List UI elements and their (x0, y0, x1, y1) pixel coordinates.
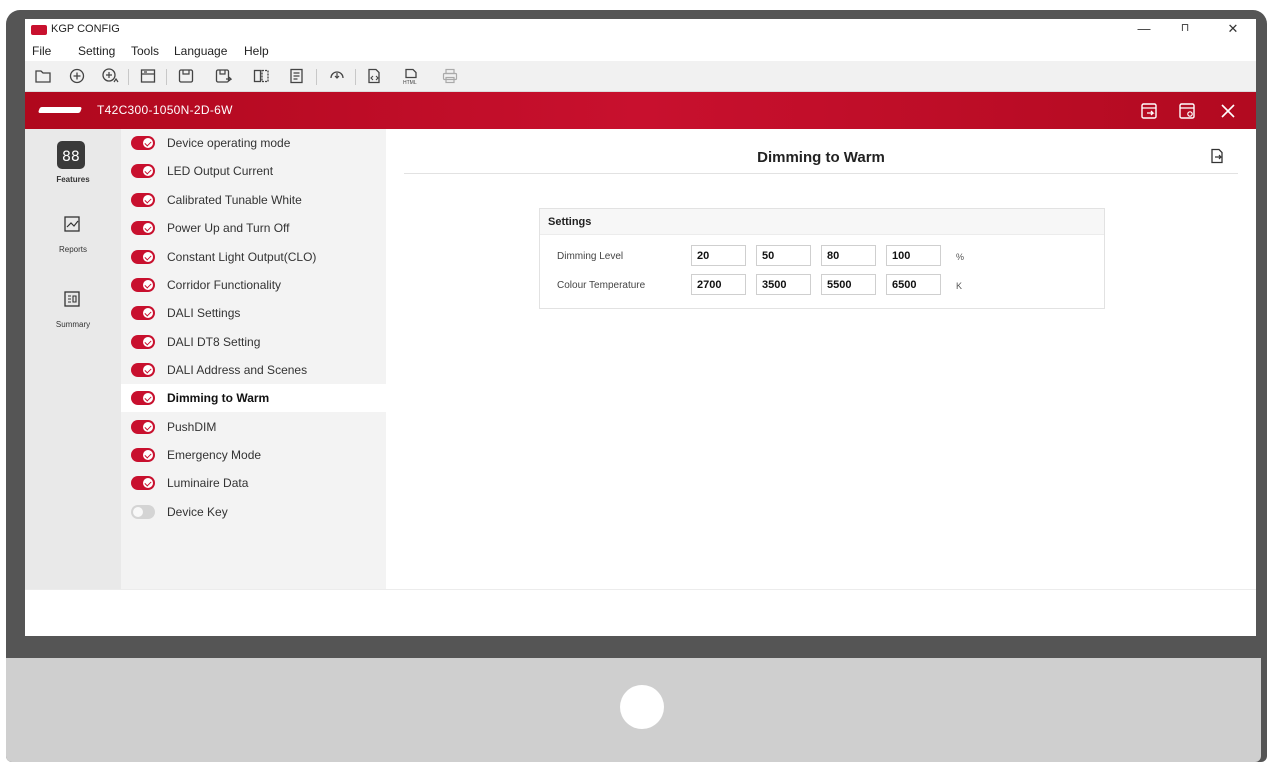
dimming-level-input-1[interactable]: 20 (691, 245, 746, 266)
colour-temperature-input-1[interactable]: 2700 (691, 274, 746, 295)
dimming-level-input-2[interactable]: 50 (756, 245, 811, 266)
feature-calibrated-tunable-white[interactable]: Calibrated Tunable White (121, 186, 386, 214)
colour-temperature-input-2[interactable]: 3500 (756, 274, 811, 295)
feature-dali-dt8[interactable]: DALI DT8 Setting (121, 328, 386, 356)
maximize-button[interactable]: ⊓ (1170, 21, 1200, 34)
feature-emergency-mode[interactable]: Emergency Mode (121, 441, 386, 469)
feature-toggle[interactable] (131, 164, 155, 178)
print-icon[interactable] (441, 67, 459, 85)
rail-item-summary[interactable]: Summary (25, 274, 121, 349)
svg-text:HTML: HTML (403, 80, 417, 85)
folder-open-icon[interactable] (34, 67, 52, 85)
toolbar-divider (128, 69, 129, 85)
feature-toggle[interactable] (131, 193, 155, 207)
feature-toggle[interactable] (131, 306, 155, 320)
read-device-icon[interactable] (328, 67, 346, 85)
menu-bar: File Setting Tools Language Help (25, 41, 1256, 61)
feature-dali-address-scenes[interactable]: DALI Address and Scenes (121, 356, 386, 384)
main-panel: Dimming to Warm Settings Dimming Level 2… (386, 129, 1256, 589)
feature-toggle[interactable] (131, 221, 155, 235)
feature-pushdim[interactable]: PushDIM (121, 413, 386, 441)
app-title: KGP CONFIG (51, 23, 120, 35)
features-grid-icon: 88 (57, 141, 85, 169)
colour-temperature-input-3[interactable]: 5500 (821, 274, 876, 295)
feature-toggle[interactable] (131, 391, 155, 405)
window-settings-icon[interactable] (1177, 101, 1197, 121)
window-restore-icon[interactable] (1139, 101, 1159, 121)
feature-toggle[interactable] (131, 278, 155, 292)
svg-text:88: 88 (62, 149, 80, 165)
device-header: T42C300-1050N-2D-6W (25, 92, 1256, 129)
export-icon[interactable] (1208, 147, 1226, 165)
feature-toggle[interactable] (131, 476, 155, 490)
save-as-icon[interactable] (214, 67, 232, 85)
settings-card: Settings Dimming Level 20 50 80 100 % Co… (539, 208, 1105, 309)
rail-item-reports[interactable]: Reports (25, 199, 121, 274)
dimming-level-unit: % (956, 252, 965, 262)
device-name: T42C300-1050N-2D-6W (97, 103, 233, 117)
app-window: KGP CONFIG — ⊓ ✕ File Setting Tools Lang… (25, 19, 1256, 636)
feature-dimming-to-warm[interactable]: Dimming to Warm (121, 384, 386, 412)
feature-device-operating-mode[interactable]: Device operating mode (121, 129, 386, 157)
close-window-button[interactable]: ✕ (1218, 21, 1248, 37)
close-device-icon[interactable] (1218, 101, 1238, 121)
save-list-icon[interactable] (139, 67, 157, 85)
feature-toggle[interactable] (131, 335, 155, 349)
html-export-icon[interactable]: HTML (402, 67, 420, 85)
dimming-level-label: Dimming Level (557, 251, 624, 262)
toolbar-divider (355, 69, 356, 85)
feature-dali-settings[interactable]: DALI Settings (121, 299, 386, 327)
chart-icon (64, 216, 80, 232)
brand-logo-icon (37, 107, 83, 113)
power-button (620, 685, 664, 729)
colour-temperature-unit: K (956, 281, 963, 291)
feature-device-key[interactable]: Device Key (121, 498, 386, 526)
toolbar: HTML (25, 61, 1256, 92)
side-rail: 88 Features Reports Summary (25, 129, 121, 589)
dimming-level-input-3[interactable]: 80 (821, 245, 876, 266)
add-circle-icon[interactable] (68, 67, 86, 85)
app-logo-icon (31, 25, 47, 35)
feature-corridor[interactable]: Corridor Functionality (121, 271, 386, 299)
feature-toggle[interactable] (131, 250, 155, 264)
feature-luminaire-data[interactable]: Luminaire Data (121, 469, 386, 497)
title-bar: KGP CONFIG — ⊓ ✕ (25, 19, 1256, 41)
settings-header: Settings (540, 209, 1104, 235)
menu-help[interactable]: Help (244, 44, 269, 58)
save-icon[interactable] (177, 67, 195, 85)
status-bar (25, 589, 1256, 636)
feature-toggle[interactable] (131, 363, 155, 377)
feature-power-up-turn-off[interactable]: Power Up and Turn Off (121, 214, 386, 242)
feature-toggle[interactable] (131, 136, 155, 150)
summary-icon (64, 291, 80, 307)
feature-toggle[interactable] (131, 448, 155, 462)
menu-language[interactable]: Language (174, 44, 227, 58)
rail-item-features[interactable]: 88 Features (25, 129, 121, 199)
compare-icon[interactable] (252, 67, 270, 85)
colour-temperature-label: Colour Temperature (557, 280, 646, 291)
menu-file[interactable]: File (32, 44, 51, 58)
toolbar-divider (166, 69, 167, 85)
document-icon[interactable] (288, 67, 306, 85)
menu-setting[interactable]: Setting (78, 44, 115, 58)
feature-toggle[interactable] (131, 420, 155, 434)
dimming-level-input-4[interactable]: 100 (886, 245, 941, 266)
feature-led-output-current[interactable]: LED Output Current (121, 157, 386, 185)
minimize-button[interactable]: — (1129, 21, 1159, 36)
menu-tools[interactable]: Tools (131, 44, 159, 58)
page-title: Dimming to Warm (757, 149, 885, 166)
feature-clo[interactable]: Constant Light Output(CLO) (121, 243, 386, 271)
add-up-icon[interactable] (101, 67, 119, 85)
title-divider (404, 173, 1238, 174)
colour-temperature-input-4[interactable]: 6500 (886, 274, 941, 295)
feature-list: Device operating mode LED Output Current… (121, 129, 386, 589)
export-file-icon[interactable] (365, 67, 383, 85)
toolbar-divider (316, 69, 317, 85)
feature-toggle[interactable] (131, 505, 155, 519)
